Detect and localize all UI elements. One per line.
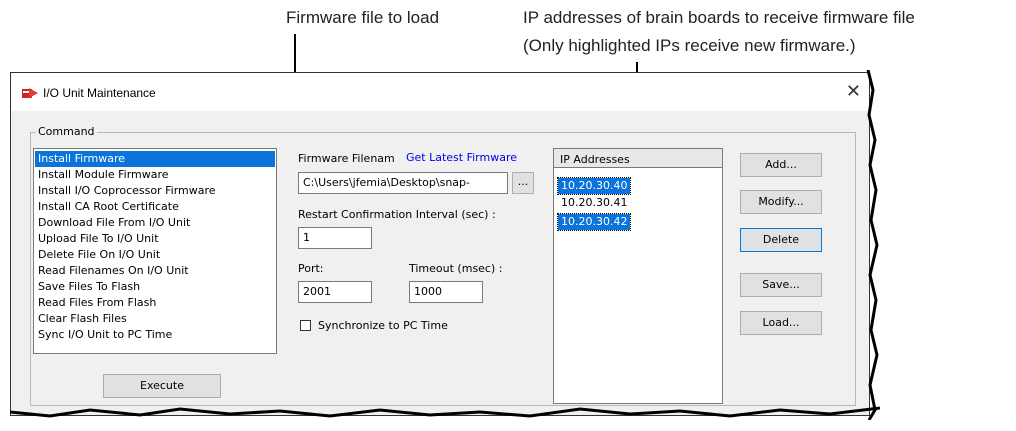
command-item-clear-flash-files[interactable]: Clear Flash Files bbox=[35, 311, 275, 327]
save-button[interactable]: Save... bbox=[740, 273, 822, 297]
command-item-install-coprocessor-firmware[interactable]: Install I/O Coprocessor Firmware bbox=[35, 183, 275, 199]
command-legend: Command bbox=[36, 125, 97, 138]
ip-item[interactable]: 10.20.30.40 bbox=[556, 177, 632, 195]
command-item-read-files-from-flash[interactable]: Read Files From Flash bbox=[35, 295, 275, 311]
command-item-download-file[interactable]: Download File From I/O Unit bbox=[35, 215, 275, 231]
sync-pc-time-checkbox[interactable] bbox=[300, 320, 311, 331]
torn-edge-bottom bbox=[10, 406, 880, 418]
command-item-sync-time[interactable]: Sync I/O Unit to PC Time bbox=[35, 327, 275, 343]
execute-button[interactable]: Execute bbox=[103, 374, 221, 398]
command-item-install-firmware[interactable]: Install Firmware bbox=[35, 151, 275, 167]
command-item-save-files-to-flash[interactable]: Save Files To Flash bbox=[35, 279, 275, 295]
modify-button[interactable]: Modify... bbox=[740, 190, 822, 214]
port-label: Port: bbox=[298, 262, 324, 275]
command-list[interactable]: Install Firmware Install Module Firmware… bbox=[33, 148, 277, 354]
add-button[interactable]: Add... bbox=[740, 153, 822, 177]
load-button[interactable]: Load... bbox=[740, 311, 822, 335]
firmware-filename-label: Firmware Filenam bbox=[298, 152, 395, 165]
delete-button[interactable]: Delete bbox=[740, 228, 822, 252]
close-icon[interactable]: ✕ bbox=[846, 81, 861, 102]
ip-callout-line2: (Only highlighted IPs receive new firmwa… bbox=[523, 36, 856, 55]
firmware-file-callout: Firmware file to load bbox=[286, 8, 440, 27]
sync-pc-time-label: Synchronize to PC Time bbox=[318, 319, 448, 332]
app-icon bbox=[22, 88, 38, 98]
command-item-read-filenames[interactable]: Read Filenames On I/O Unit bbox=[35, 263, 275, 279]
timeout-label: Timeout (msec) : bbox=[409, 262, 503, 275]
torn-edge-right bbox=[866, 70, 879, 420]
ip-item[interactable]: 10.20.30.41 bbox=[558, 195, 630, 211]
command-item-install-module-firmware[interactable]: Install Module Firmware bbox=[35, 167, 275, 183]
command-item-install-ca-root-certificate[interactable]: Install CA Root Certificate bbox=[35, 199, 275, 215]
restart-interval-field[interactable]: 1 bbox=[298, 227, 372, 249]
ip-item[interactable]: 10.20.30.42 bbox=[556, 213, 632, 231]
title-bar: I/O Unit Maintenance ✕ bbox=[11, 73, 869, 111]
ip-addresses-header: IP Addresses bbox=[553, 148, 723, 168]
browse-button[interactable]: ... bbox=[512, 172, 534, 194]
command-item-delete-file[interactable]: Delete File On I/O Unit bbox=[35, 247, 275, 263]
window-title: I/O Unit Maintenance bbox=[43, 86, 156, 100]
command-item-upload-file[interactable]: Upload File To I/O Unit bbox=[35, 231, 275, 247]
firmware-filename-field[interactable]: C:\Users\jfemia\Desktop\snap- bbox=[298, 172, 508, 194]
port-field[interactable]: 2001 bbox=[298, 281, 372, 303]
get-latest-firmware-link[interactable]: Get Latest Firmware bbox=[406, 151, 517, 164]
restart-interval-label: Restart Confirmation Interval (sec) : bbox=[298, 208, 496, 221]
ip-callout-line1: IP addresses of brain boards to receive … bbox=[523, 8, 915, 27]
timeout-field[interactable]: 1000 bbox=[409, 281, 483, 303]
